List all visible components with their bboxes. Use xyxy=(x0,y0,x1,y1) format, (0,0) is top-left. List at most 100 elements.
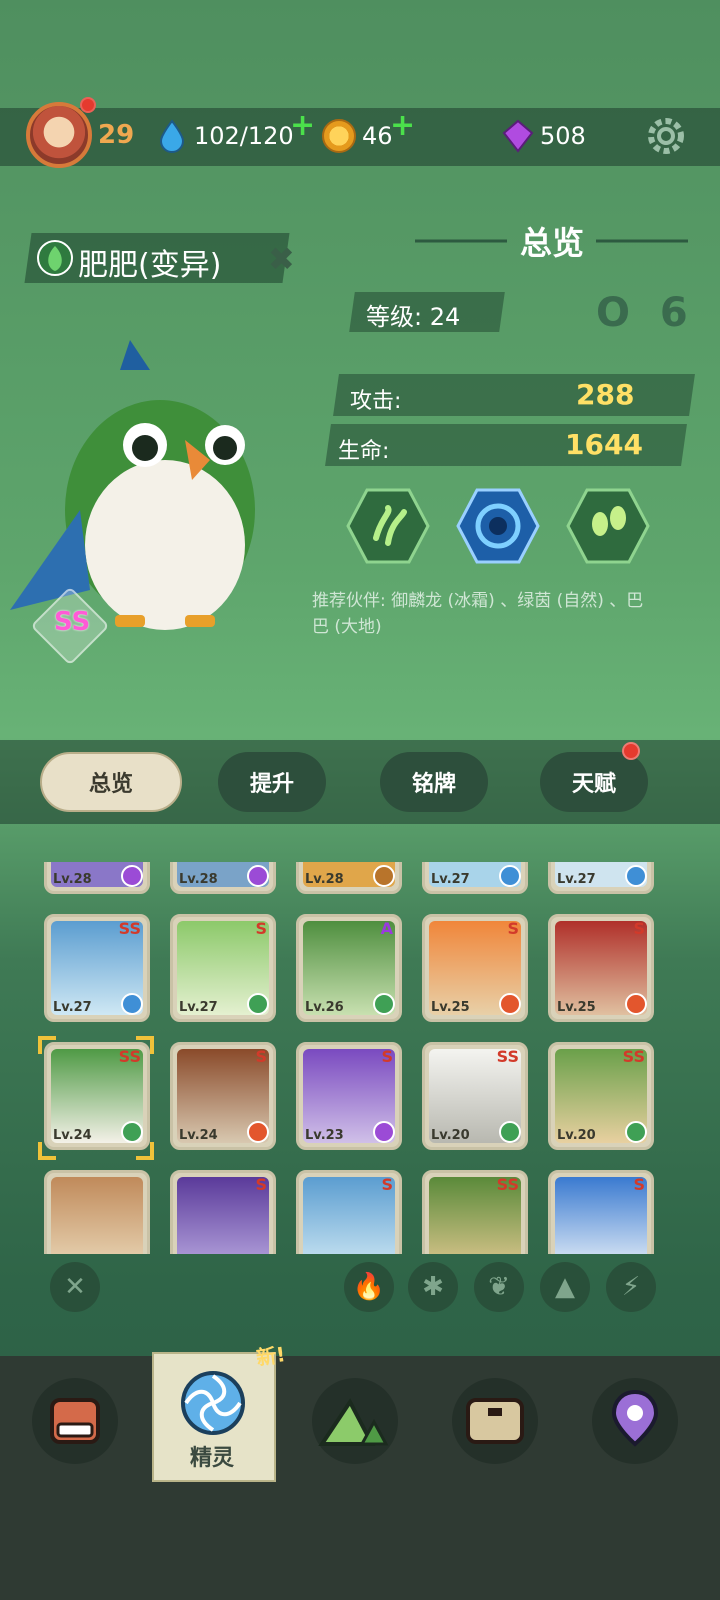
ice-icon xyxy=(121,993,143,1015)
tab-nameplate[interactable]: 铭牌 xyxy=(380,752,488,812)
level-display: 等级: 24 xyxy=(366,297,460,332)
ornament-left xyxy=(415,239,507,243)
pet-card[interactable]: Lv.27 xyxy=(422,862,528,894)
player-level: 29 xyxy=(98,120,135,150)
nature-icon xyxy=(247,993,269,1015)
lightning-filter-icon[interactable]: ⚡ xyxy=(606,1262,656,1312)
pet-level: Lv.28 xyxy=(53,872,92,887)
nav-location[interactable] xyxy=(592,1378,678,1464)
selection-corner xyxy=(136,1142,154,1160)
pet-card[interactable] xyxy=(44,1170,150,1254)
tab-overview[interactable]: 总览 xyxy=(40,752,182,812)
pet-card[interactable]: S Lv.25 xyxy=(422,914,528,1022)
fire-icon xyxy=(247,1121,269,1143)
mountain-icon xyxy=(318,1398,389,1446)
gem-value: 508 xyxy=(540,122,586,150)
pet-card[interactable]: SS xyxy=(422,1170,528,1254)
coin-value: 46 xyxy=(362,122,393,150)
level-value: 24 xyxy=(429,303,461,331)
nature-icon xyxy=(373,993,395,1015)
nav-map[interactable] xyxy=(312,1378,398,1464)
pet-level: Lv.20 xyxy=(557,1128,596,1143)
rank-label: SS xyxy=(118,919,141,938)
fire-filter-icon[interactable]: 🔥 xyxy=(344,1262,394,1312)
ice-filter-icon[interactable]: ✱ xyxy=(408,1262,458,1312)
pet-card[interactable]: S Lv.23 xyxy=(296,1042,402,1150)
pet-level: Lv.24 xyxy=(53,1128,92,1143)
hp-value: 1644 xyxy=(565,428,643,461)
pet-portrait xyxy=(10,340,255,630)
pet-grid: Lv.28 Lv.28 Lv.28 Lv.27 Lv.27 SS Lv.27 S… xyxy=(0,862,720,1254)
nature-filter-icon[interactable]: ❦ xyxy=(474,1262,524,1312)
leaf-icon xyxy=(37,240,73,276)
rank-label: S xyxy=(633,1175,645,1194)
pet-level: Lv.20 xyxy=(431,1128,470,1143)
rank-label: SS xyxy=(496,1175,519,1194)
pet-level: Lv.25 xyxy=(557,1000,596,1015)
rank-label: SS xyxy=(496,1047,519,1066)
overview-title: 总览 xyxy=(520,224,585,262)
rank-label: S xyxy=(507,919,519,938)
pet-card[interactable]: S Lv.25 xyxy=(548,914,654,1022)
nav-backpack[interactable] xyxy=(32,1378,118,1464)
player-avatar[interactable] xyxy=(26,102,92,168)
pet-level: Lv.27 xyxy=(557,872,596,887)
pet-level: Lv.23 xyxy=(305,1128,344,1143)
pet-card[interactable]: Lv.28 xyxy=(296,862,402,894)
ice-icon xyxy=(625,865,647,887)
seed-skill-icon[interactable] xyxy=(566,488,650,564)
coin-display: 46 xyxy=(322,118,393,154)
nature-icon xyxy=(499,1121,521,1143)
attack-value: 288 xyxy=(576,378,635,411)
pet-level: Lv.26 xyxy=(305,1000,344,1015)
clear-filter-icon[interactable]: ✕ xyxy=(50,1262,100,1312)
pet-card[interactable]: S Lv.27 xyxy=(170,914,276,1022)
pet-card[interactable]: S xyxy=(170,1170,276,1254)
pet-level: Lv.28 xyxy=(305,872,344,887)
pet-name: 肥肥(变异) xyxy=(78,248,222,283)
pet-level: Lv.28 xyxy=(179,872,218,887)
rank-label: S xyxy=(255,1047,267,1066)
selection-corner xyxy=(38,1036,56,1054)
pet-card-selected[interactable]: SS Lv.24 xyxy=(44,1042,150,1150)
add-coin-button[interactable]: + xyxy=(390,108,415,143)
pet-card[interactable]: SS Lv.20 xyxy=(422,1042,528,1150)
coin-icon xyxy=(322,119,356,153)
rank-label: A xyxy=(380,919,393,938)
location-pin-icon xyxy=(611,1389,659,1447)
notification-dot xyxy=(80,97,96,113)
rank-label: S xyxy=(381,1175,393,1194)
earth-filter-icon[interactable]: ▲ xyxy=(540,1262,590,1312)
pet-card[interactable]: A Lv.26 xyxy=(296,914,402,1022)
tab-upgrade[interactable]: 提升 xyxy=(218,752,326,812)
pet-card[interactable]: SS Lv.27 xyxy=(44,914,150,1022)
pet-card[interactable]: S xyxy=(548,1170,654,1254)
level-label: 等级: xyxy=(366,303,423,331)
pet-card[interactable]: S Lv.24 xyxy=(170,1042,276,1150)
pet-card[interactable]: Lv.28 xyxy=(44,862,150,894)
pet-card[interactable]: S xyxy=(296,1170,402,1254)
pet-card[interactable]: Lv.27 xyxy=(548,862,654,894)
rank-label: S xyxy=(255,919,267,938)
gear-icon[interactable] xyxy=(644,114,688,158)
close-icon[interactable]: ✖ xyxy=(268,240,295,278)
ring-badge: O 6 xyxy=(596,290,696,336)
pet-level: Lv.27 xyxy=(431,872,470,887)
backpack-icon xyxy=(50,1398,100,1444)
pet-card[interactable]: Lv.28 xyxy=(170,862,276,894)
nav-chest[interactable] xyxy=(452,1378,538,1464)
ornament-right xyxy=(596,239,688,243)
grass-skill-icon[interactable] xyxy=(346,488,430,564)
tab-talent[interactable]: 天赋 xyxy=(540,752,648,812)
fire-icon xyxy=(625,993,647,1015)
hp-label: 生命: xyxy=(338,439,390,464)
add-energy-button[interactable]: + xyxy=(290,108,315,143)
selection-corner xyxy=(38,1142,56,1160)
talent-notification-dot xyxy=(622,742,640,760)
energy-value: 102/120 xyxy=(194,122,294,150)
whirlpool-skill-icon[interactable] xyxy=(456,488,540,564)
rank-label: S xyxy=(381,1047,393,1066)
pet-level: Lv.25 xyxy=(431,1000,470,1015)
pet-card[interactable]: SS Lv.20 xyxy=(548,1042,654,1150)
spirit-icon xyxy=(181,1371,245,1435)
